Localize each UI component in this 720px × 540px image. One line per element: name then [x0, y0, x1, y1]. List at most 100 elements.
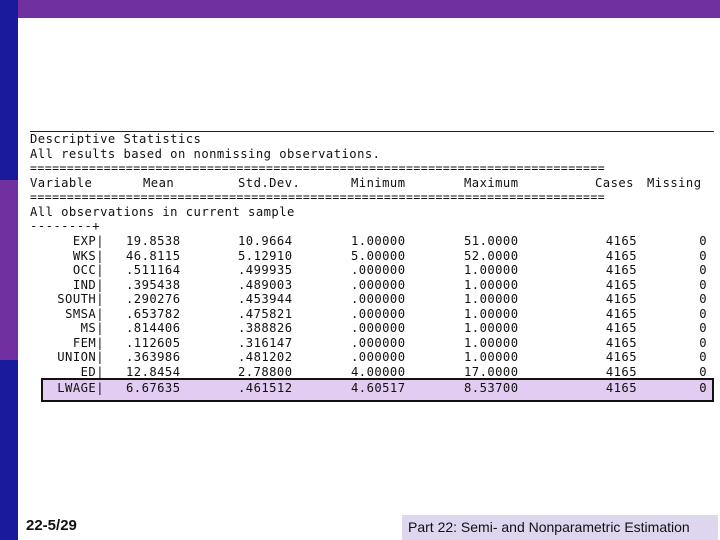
cell-variable: UNION| — [57, 350, 104, 364]
cell-minimum: .000000 — [351, 306, 406, 321]
cell-variable: FEM| — [72, 335, 104, 350]
cell-variable: SMSA| — [65, 306, 104, 321]
cell-mean: .511164 — [126, 263, 181, 277]
cell-missing: 0 — [699, 321, 707, 335]
cell-variable: OCC| — [72, 263, 104, 277]
cell-stddev: .388826 — [238, 321, 293, 335]
cell-variable: SOUTH| — [57, 292, 104, 306]
top-accent-bar — [0, 0, 720, 18]
cell-mean: 46.8115 — [126, 248, 181, 263]
cell-cases: 4165 — [605, 306, 637, 321]
cell-maximum: 52.0000 — [464, 248, 519, 263]
sample-label: All observations in current sample — [30, 205, 295, 219]
cell-missing: 0 — [699, 381, 707, 395]
cell-variable: EXP| — [72, 234, 104, 248]
cell-stddev: .489003 — [238, 277, 293, 292]
cell-missing: 0 — [699, 292, 707, 306]
header-cases: Cases — [595, 176, 634, 190]
cell-cases: 4165 — [605, 321, 637, 335]
cell-maximum: 1.00000 — [464, 350, 519, 364]
cell-minimum: .000000 — [351, 292, 406, 306]
table-row: MS| .814406 .388826 .000000 1.00000 4165 0 — [30, 321, 714, 335]
separator-2: ========================================… — [30, 190, 606, 204]
cell-missing: 0 — [699, 248, 707, 263]
cell-minimum: .000000 — [351, 277, 406, 292]
cell-minimum: .000000 — [351, 263, 406, 277]
course-title: Part 22: Semi- and Nonparametric Estimat… — [408, 519, 690, 535]
cell-cases: 4165 — [605, 248, 637, 263]
table-row: IND| .395438 .489003 .000000 1.00000 4165 0 — [30, 278, 714, 292]
cell-variable: WKS| — [72, 248, 104, 263]
cell-minimum: .000000 — [351, 350, 406, 364]
cell-maximum: 1.00000 — [464, 321, 519, 335]
cell-maximum: 1.00000 — [464, 277, 519, 292]
table-row: ED| 12.8454 2.78800 4.00000 17.0000 4165 0 — [30, 365, 714, 379]
cell-variable: LWAGE| — [57, 381, 104, 395]
header-mean: Mean — [143, 176, 175, 190]
table-row: EXP| 19.8538 10.9664 1.00000 51.0000 4165 0 — [30, 234, 714, 248]
cell-cases: 4165 — [605, 335, 637, 350]
cell-minimum: 5.00000 — [351, 248, 406, 263]
cell-missing: 0 — [699, 350, 707, 364]
cell-missing: 0 — [699, 364, 707, 379]
cell-missing: 0 — [699, 306, 707, 321]
cell-missing: 0 — [699, 263, 707, 277]
cell-mean: .290276 — [126, 292, 181, 306]
cell-variable: ED| — [80, 364, 104, 379]
table-row: LWAGE| 6.67635 .461512 4.60517 8.53700 4165 0 — [30, 381, 714, 395]
cell-stddev: 2.78800 — [238, 364, 293, 379]
cell-stddev: .481202 — [238, 350, 293, 364]
cell-cases: 4165 — [605, 364, 637, 379]
cell-stddev: .316147 — [238, 335, 293, 350]
cell-maximum: 1.00000 — [464, 263, 519, 277]
cell-mean: 6.67635 — [126, 381, 181, 395]
cell-minimum: .000000 — [351, 335, 406, 350]
cell-mean: 12.8454 — [126, 364, 181, 379]
dash-line: --------+ — [30, 219, 101, 233]
table-row: FEM| .112605 .316147 .000000 1.00000 4165 0 — [30, 336, 714, 350]
table-row: OCC| .511164 .499935 .000000 1.00000 4165 0 — [30, 263, 714, 277]
cell-stddev: 5.12910 — [238, 248, 293, 263]
output-subtitle: All results based on nonmissing observat… — [30, 147, 381, 161]
cell-cases: 4165 — [605, 277, 637, 292]
cell-missing: 0 — [699, 335, 707, 350]
cell-variable: IND| — [72, 277, 104, 292]
table-header: Variable Mean Std.Dev. Minimum Maximum C… — [30, 176, 714, 190]
cell-missing: 0 — [699, 277, 707, 292]
cell-mean: .112605 — [126, 335, 181, 350]
cell-stddev: .499935 — [238, 263, 293, 277]
header-maximum: Maximum — [464, 176, 519, 190]
left-accent-segment — [0, 180, 18, 360]
cell-stddev: .475821 — [238, 306, 293, 321]
cell-maximum: 17.0000 — [464, 364, 519, 379]
cell-cases: 4165 — [605, 350, 637, 364]
table-row: WKS| 46.8115 5.12910 5.00000 52.0000 4165 0 — [30, 249, 714, 263]
slide-number: 22-5/29 — [26, 517, 77, 534]
cell-mean: 19.8538 — [126, 234, 181, 248]
cell-variable: MS| — [80, 321, 104, 335]
cell-maximum: 8.53700 — [464, 381, 519, 395]
output-title: Descriptive Statistics — [30, 132, 202, 146]
cell-missing: 0 — [699, 234, 707, 248]
cell-mean: .363986 — [126, 350, 181, 364]
cell-cases: 4165 — [605, 292, 637, 306]
table-row: UNION| .363986 .481202 .000000 1.00000 4165 0 — [30, 350, 714, 364]
cell-stddev: .453944 — [238, 292, 293, 306]
header-missing: Missing — [647, 176, 702, 190]
cell-minimum: 1.00000 — [351, 234, 406, 248]
cell-maximum: 1.00000 — [464, 306, 519, 321]
header-variable: Variable — [30, 176, 93, 190]
cell-mean: .653782 — [126, 306, 181, 321]
cell-mean: .395438 — [126, 277, 181, 292]
header-minimum: Minimum — [351, 176, 406, 190]
header-stddev: Std.Dev. — [238, 176, 301, 190]
cell-minimum: .000000 — [351, 321, 406, 335]
table-row: SOUTH| .290276 .453944 .000000 1.00000 4165 0 — [30, 292, 714, 306]
cell-mean: .814406 — [126, 321, 181, 335]
cell-cases: 4165 — [605, 381, 637, 395]
cell-stddev: 10.9664 — [238, 234, 293, 248]
cell-minimum: 4.60517 — [351, 381, 406, 395]
separator-1: ========================================… — [30, 161, 606, 175]
cell-maximum: 1.00000 — [464, 335, 519, 350]
table-row: SMSA| .653782 .475821 .000000 1.00000 4165 0 — [30, 307, 714, 321]
